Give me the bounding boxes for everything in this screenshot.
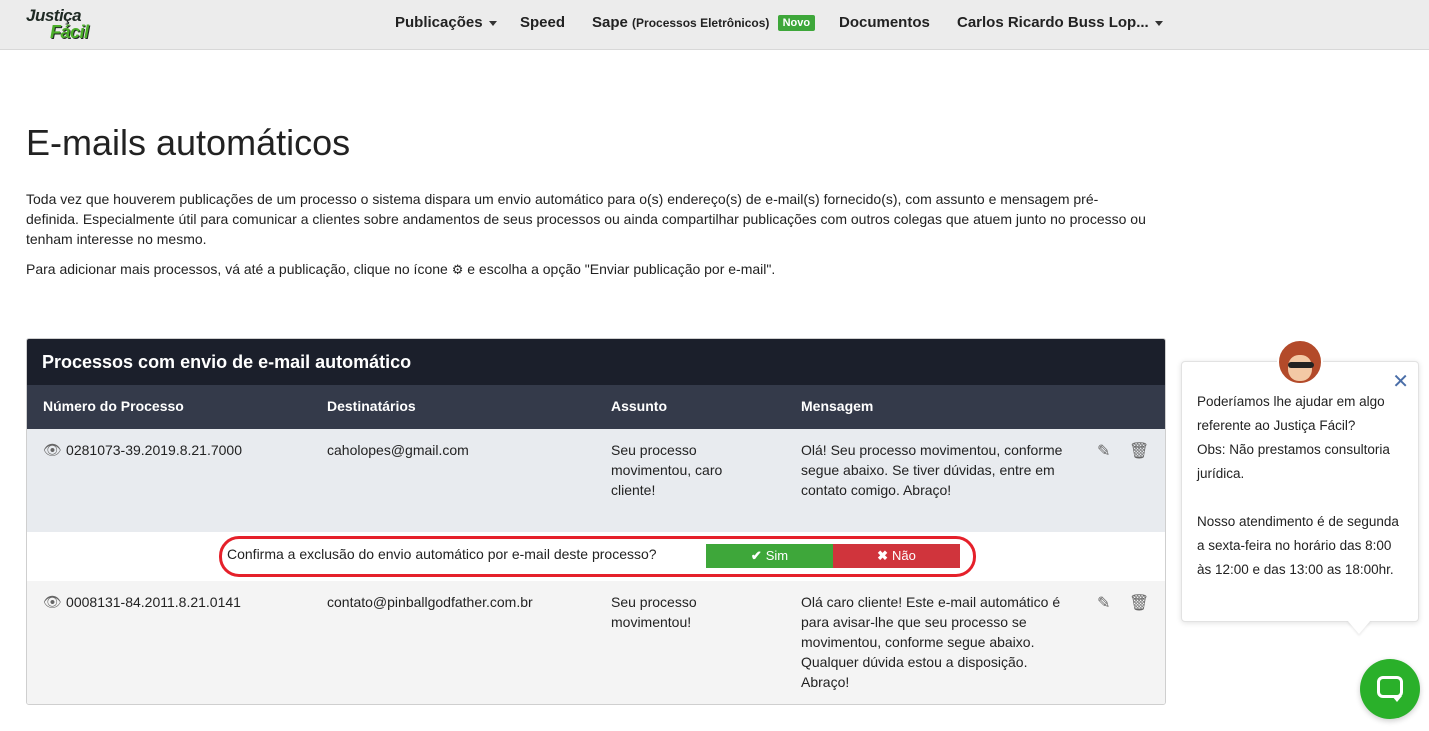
confirm-yes-button[interactable]: ✔ Sim <box>706 544 833 568</box>
chat-line-hours: Nosso atendimento é de segunda a sexta-f… <box>1197 514 1399 577</box>
logo-text-facil: Fácil <box>50 22 89 42</box>
panel-header: Processos com envio de e-mail automático <box>27 339 1165 385</box>
column-header-destinatarios: Destinatários <box>327 398 416 414</box>
user-name: Carlos Ricardo Buss Lop... <box>957 14 1149 31</box>
chat-message: Poderíamos lhe ajudar em algo referente … <box>1197 390 1409 582</box>
chat-spacer <box>1197 486 1409 510</box>
novo-badge: Novo <box>777 15 816 31</box>
avatar-glasses <box>1288 362 1314 368</box>
chat-line-question: Poderíamos lhe ajudar em algo referente … <box>1197 394 1385 433</box>
subject-cell: Seu processo movimentou! <box>611 594 697 630</box>
confirm-no-label: Não <box>892 548 916 563</box>
table-row: 👁 0008131-84.2011.8.21.0141 contato@pinba… <box>27 581 1165 704</box>
justica-facil-logo[interactable]: Justiça Fácil <box>24 6 104 42</box>
check-icon: ✔ <box>750 548 762 563</box>
caret-down-icon <box>488 20 497 26</box>
chat-icon-tail <box>1392 696 1402 702</box>
subject-cell: Seu processo movimentou, caro cliente! <box>611 442 723 498</box>
edit-icon[interactable]: ✎ <box>1097 441 1110 461</box>
confirm-question: Confirma a exclusão do envio automático … <box>227 546 657 562</box>
confirm-no-button[interactable]: ✖ Não <box>833 544 960 568</box>
message-cell: Olá caro cliente! Este e-mail automático… <box>801 594 1061 690</box>
nav-publicacoes[interactable]: Publicações <box>395 14 497 31</box>
column-header-assunto: Assunto <box>611 398 667 414</box>
intro-paragraph: Toda vez que houverem publicações de um … <box>26 191 1146 247</box>
table-row: 👁 0281073-39.2019.8.21.7000 caholopes@gma… <box>27 429 1165 532</box>
edit-icon[interactable]: ✎ <box>1097 593 1110 613</box>
instruction-after: e escolha a opção "Enviar publicação por… <box>467 261 776 277</box>
times-icon: ✖ <box>877 548 889 563</box>
column-header-mensagem: Mensagem <box>801 398 874 414</box>
gear-icon: ⚙ <box>451 262 464 277</box>
confirm-yes-label: Sim <box>765 548 789 563</box>
nav-sape[interactable]: Sape (Processos Eletrônicos) Novo <box>592 14 816 31</box>
chat-popup: ✕ Poderíamos lhe ajudar em algo referent… <box>1181 361 1419 622</box>
process-number-cell[interactable]: 👁 0008131-84.2011.8.21.0141 <box>43 592 241 613</box>
user-menu[interactable]: Carlos Ricardo Buss Lop... <box>957 14 1163 31</box>
nav-publicacoes-label: Publicações <box>395 14 483 31</box>
close-icon[interactable]: ✕ <box>1392 372 1409 392</box>
nav-sape-label: Sape <box>592 14 628 31</box>
chat-popup-tail <box>1347 620 1371 634</box>
nav-speed[interactable]: Speed <box>520 14 565 31</box>
instruction-before: Para adicionar mais processos, vá até a … <box>26 261 448 277</box>
eye-icon[interactable]: 👁 <box>43 593 62 613</box>
nav-sape-sub: (Processos Eletrônicos) <box>632 16 770 30</box>
process-number: 0008131-84.2011.8.21.0141 <box>66 594 241 610</box>
trash-icon[interactable]: 🗑 <box>1129 441 1149 461</box>
recipients-cell: contato@pinballgodfather.com.br <box>327 594 533 610</box>
trash-icon[interactable]: 🗑 <box>1129 593 1149 613</box>
eye-icon[interactable]: 👁 <box>43 441 62 461</box>
process-number: 0281073-39.2019.8.21.7000 <box>66 442 242 458</box>
page-title: E-mails automáticos <box>26 122 351 163</box>
chat-agent-avatar <box>1277 339 1323 385</box>
nav-documentos[interactable]: Documentos <box>839 14 930 31</box>
column-header-numero: Número do Processo <box>43 398 184 414</box>
recipients-cell: caholopes@gmail.com <box>327 442 469 458</box>
avatar-face <box>1288 355 1312 381</box>
process-number-cell[interactable]: 👁 0281073-39.2019.8.21.7000 <box>43 440 242 461</box>
top-navbar: Justiça Fácil Publicações Speed Sape (Pr… <box>0 0 1429 50</box>
intro-instruction: Para adicionar mais processos, vá até a … <box>26 259 1151 280</box>
auto-email-panel: Processos com envio de e-mail automático… <box>26 338 1166 705</box>
message-cell: Olá! Seu processo movimentou, conforme s… <box>801 442 1063 498</box>
chat-icon <box>1377 676 1403 698</box>
delete-confirmation-row: Confirma a exclusão do envio automático … <box>27 532 1165 581</box>
panel-title: Processos com envio de e-mail automático <box>42 352 412 372</box>
chat-launcher-button[interactable] <box>1360 659 1420 719</box>
table-header: Número do Processo Destinatários Assunto… <box>27 385 1165 429</box>
caret-down-icon <box>1154 20 1163 26</box>
chat-line-obs: Obs: Não prestamos consultoria jurídica. <box>1197 442 1390 481</box>
